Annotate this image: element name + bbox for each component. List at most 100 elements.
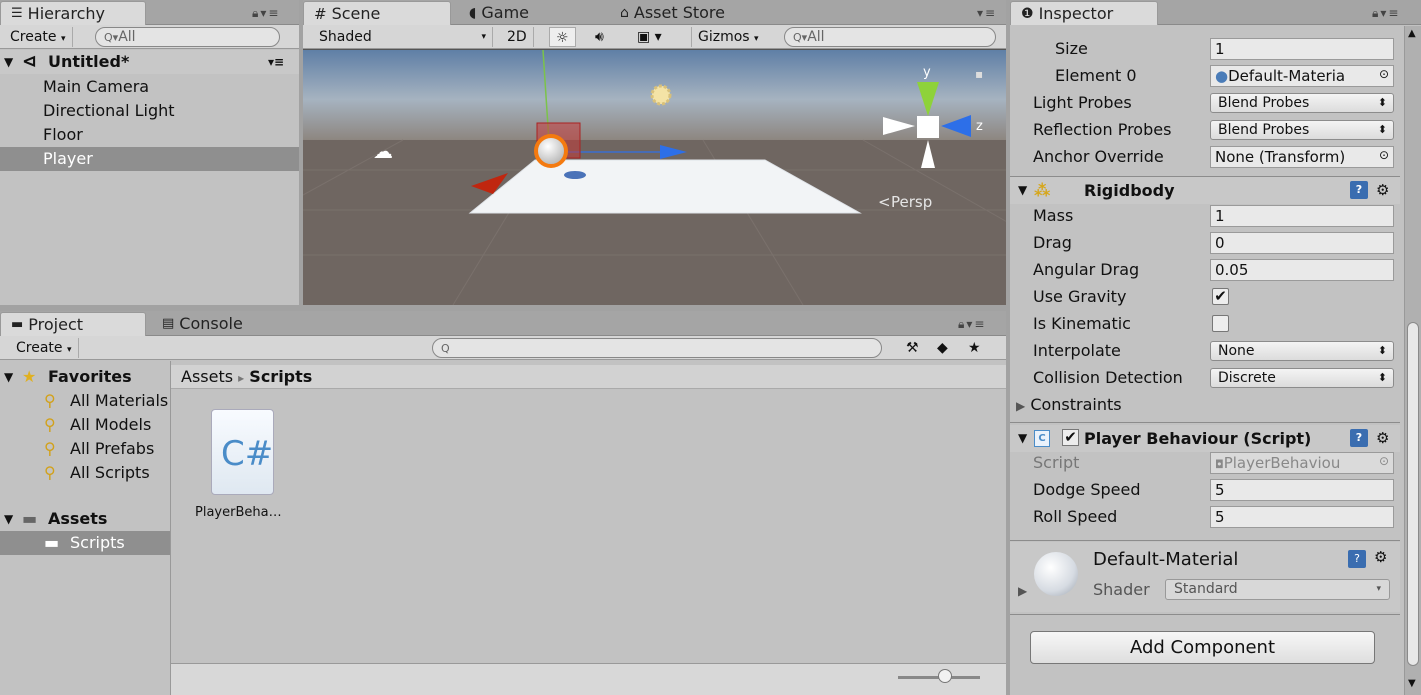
dropdown-arrow-icon: ▾: [60, 34, 66, 44]
favorites-star-icon[interactable]: ★: [962, 338, 987, 358]
grid-icon: #: [314, 4, 327, 23]
shading-mode-dropdown[interactable]: Shaded ▾: [313, 27, 493, 47]
mass-label: Mass: [1033, 206, 1074, 225]
light-icon[interactable]: [650, 84, 672, 106]
rigidbody-header[interactable]: ▼ ⁂ Rigidbody ? ⚙: [1010, 177, 1400, 204]
favorites-item[interactable]: ⚲ All Scripts: [0, 461, 170, 485]
scrollbar-thumb[interactable]: [1407, 322, 1419, 666]
material-preview-sphere[interactable]: [1034, 552, 1078, 596]
expand-arrow-icon[interactable]: ▼: [4, 50, 13, 74]
scene-menu-icon[interactable]: ▾≡: [268, 50, 284, 74]
scene-search-input[interactable]: Q▾All: [784, 27, 996, 47]
expand-arrow-icon[interactable]: ▼: [4, 365, 13, 389]
favorites-item[interactable]: ⚲ All Models: [0, 413, 170, 437]
shader-dropdown[interactable]: Standard ▾: [1165, 579, 1390, 600]
project-create-button[interactable]: Create ▾: [10, 338, 79, 358]
mass-field[interactable]: 1: [1210, 205, 1394, 227]
help-book-icon[interactable]: ?: [1350, 429, 1368, 447]
collision-detection-dropdown[interactable]: Discrete ⬍: [1210, 368, 1394, 388]
camera-icon[interactable]: ☁: [373, 139, 393, 163]
drag-field[interactable]: 0: [1210, 232, 1394, 254]
material-section: ▶ Default-Material Shader Standard ▾ ? ⚙: [1010, 542, 1400, 612]
scene-viewport[interactable]: ☁ y z ▪ Persp <: [303, 50, 1006, 305]
2d-toggle-button[interactable]: 2D: [501, 27, 534, 47]
tab-project[interactable]: ▬ Project: [0, 312, 146, 336]
anchor-override-field[interactable]: None (Transform): [1210, 146, 1394, 168]
hierarchy-item-label: Directional Light: [43, 101, 175, 120]
hierarchy-item[interactable]: Floor: [0, 123, 299, 147]
panel-menu-icon[interactable]: ▾≡: [977, 6, 997, 20]
interpolate-dropdown[interactable]: None ⬍: [1210, 341, 1394, 361]
separator: [1010, 614, 1400, 615]
hierarchy-item[interactable]: Main Camera: [0, 75, 299, 99]
search-icon: ⚲: [44, 391, 56, 410]
foldout-arrow-icon[interactable]: ▼: [1018, 425, 1027, 452]
favorites-item[interactable]: ⚲ All Prefabs: [0, 437, 170, 461]
reflection-probes-label: Reflection Probes: [1033, 120, 1172, 139]
dodge-speed-field[interactable]: 5: [1210, 479, 1394, 501]
tab-console[interactable]: ▤ Console: [152, 312, 243, 336]
tab-game[interactable]: ◖ Game: [459, 1, 529, 25]
filter-by-label-icon[interactable]: ◆: [931, 338, 954, 358]
foldout-arrow-icon[interactable]: ▶: [1016, 399, 1025, 413]
add-component-button[interactable]: Add Component: [1030, 631, 1375, 664]
assets-row[interactable]: ▼ ▬ Assets: [0, 507, 170, 531]
tab-hierarchy[interactable]: ☰ Hierarchy: [0, 1, 146, 25]
object-picker-icon[interactable]: ⊙: [1379, 148, 1389, 162]
light-probes-dropdown[interactable]: Blend Probes ⬍: [1210, 93, 1394, 113]
gizmo-center-cube[interactable]: [917, 116, 939, 138]
lock-menu-icon[interactable]: 🔒︎▾≡: [252, 6, 280, 21]
hierarchy-item[interactable]: Player: [0, 147, 299, 171]
angular-drag-field[interactable]: 0.05: [1210, 259, 1394, 281]
effects-toggle-icon[interactable]: ▣ ▾: [631, 27, 668, 47]
constraints-foldout[interactable]: ▶ Constraints: [1016, 391, 1122, 418]
dropdown-arrow-icon: ▾: [481, 32, 486, 42]
roll-speed-field[interactable]: 5: [1210, 506, 1394, 528]
zoom-slider-thumb[interactable]: [938, 669, 952, 683]
lock-menu-icon[interactable]: 🔒︎▾≡: [958, 317, 986, 332]
gizmo-lock-icon[interactable]: ▪: [975, 67, 983, 81]
scroll-down-icon[interactable]: ▼: [1408, 678, 1416, 689]
lighting-toggle-icon[interactable]: ☼: [549, 27, 576, 47]
dropdown-arrow-icon: ▾: [754, 34, 759, 44]
gear-icon[interactable]: ⚙: [1374, 548, 1387, 566]
projection-label[interactable]: Persp: [891, 193, 932, 211]
hierarchy-create-button[interactable]: Create ▾: [4, 27, 73, 47]
gear-icon[interactable]: ⚙: [1376, 177, 1389, 204]
help-book-icon[interactable]: ?: [1350, 181, 1368, 199]
tab-asset-store[interactable]: ⌂ Asset Store: [610, 1, 725, 25]
size-field[interactable]: 1: [1210, 38, 1394, 60]
dodge-speed-label: Dodge Speed: [1033, 480, 1141, 499]
inspector-scrollbar[interactable]: ▲ ▼: [1404, 26, 1421, 695]
element0-field[interactable]: ●Default-Materia: [1210, 65, 1394, 87]
script-asset-item[interactable]: C# PlayerBeha…: [191, 409, 301, 529]
folder-scripts-row[interactable]: ▬ Scripts: [0, 531, 170, 555]
gizmos-dropdown[interactable]: Gizmos ▾: [691, 27, 765, 47]
object-picker-icon[interactable]: ⊙: [1379, 67, 1389, 81]
foldout-arrow-icon[interactable]: ▼: [1018, 177, 1027, 204]
use-gravity-checkbox[interactable]: ✔: [1212, 288, 1229, 305]
breadcrumb-assets[interactable]: Assets: [181, 367, 233, 386]
project-search-input[interactable]: Q: [432, 338, 882, 358]
hierarchy-item[interactable]: Directional Light: [0, 99, 299, 123]
filter-by-type-icon[interactable]: ⚒: [900, 338, 925, 358]
breadcrumb-scripts[interactable]: Scripts: [249, 367, 312, 386]
foldout-arrow-icon[interactable]: ▶: [1018, 584, 1027, 598]
help-book-icon[interactable]: ?: [1348, 550, 1366, 568]
favorites-item[interactable]: ⚲ All Materials: [0, 389, 170, 413]
script-component-header[interactable]: ▼ C ✔ Player Behaviour (Script) ? ⚙: [1010, 425, 1400, 452]
audio-toggle-icon[interactable]: 🔊︎: [589, 27, 610, 47]
player-sphere[interactable]: [534, 134, 568, 168]
hierarchy-search-input[interactable]: Q▾All: [95, 27, 280, 47]
favorites-row[interactable]: ▼ ★ Favorites: [0, 365, 170, 389]
gear-icon[interactable]: ⚙: [1376, 425, 1389, 452]
scene-root-row[interactable]: ▼ ⊲ Untitled* ▾≡: [0, 50, 299, 74]
expand-arrow-icon[interactable]: ▼: [4, 507, 13, 531]
tab-scene[interactable]: # Scene: [303, 1, 451, 25]
enabled-checkbox[interactable]: ✔: [1062, 429, 1079, 446]
is-kinematic-checkbox[interactable]: [1212, 315, 1229, 332]
reflection-probes-dropdown[interactable]: Blend Probes ⬍: [1210, 120, 1394, 140]
rigidbody-icon: ⁂: [1034, 181, 1051, 200]
asset-name-label: PlayerBeha…: [195, 505, 282, 520]
scroll-up-icon[interactable]: ▲: [1408, 28, 1416, 39]
